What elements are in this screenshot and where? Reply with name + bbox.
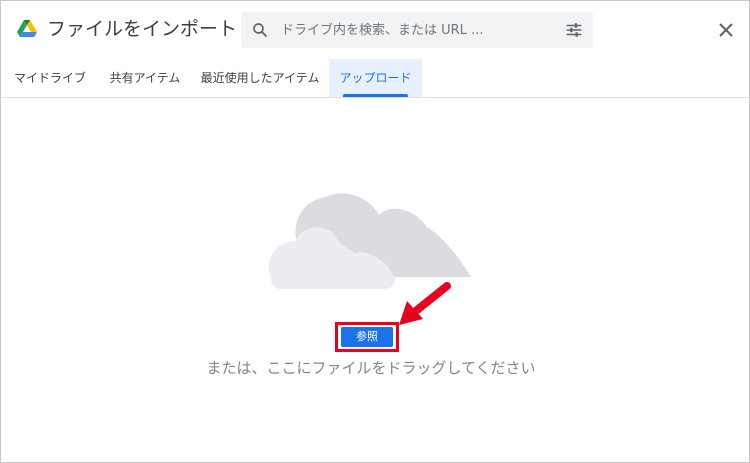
tab-my-drive[interactable]: マイドライブ	[1, 59, 99, 97]
search-icon[interactable]	[251, 21, 269, 39]
tab-recent[interactable]: 最近使用したアイテム	[191, 59, 329, 97]
search-box[interactable]	[241, 12, 593, 48]
tab-label: 最近使用したアイテム	[200, 71, 320, 85]
drop-hint-text: または、ここにファイルをドラッグしてください	[206, 359, 536, 377]
tune-icon[interactable]	[565, 21, 583, 39]
browse-button[interactable]: 参照	[341, 327, 393, 347]
tab-upload[interactable]: アップロード	[329, 59, 422, 97]
tabs-divider	[1, 97, 749, 98]
import-file-dialog: ファイルをインポート ドライブ内を検索、または URL ... マイドライブ 共…	[0, 0, 750, 463]
source-tabs: マイドライブ 共有アイテム 最近使用したアイテム アップロード	[1, 59, 749, 97]
google-drive-logo-icon	[17, 20, 37, 37]
dialog-title: ファイルをインポート	[47, 18, 238, 40]
tab-label: 共有アイテム	[109, 71, 181, 85]
cloud-illustration-icon	[268, 193, 471, 289]
tab-label: マイドライブ	[13, 71, 86, 85]
red-arrow-icon	[399, 282, 451, 325]
close-icon[interactable]	[717, 21, 735, 39]
search-input[interactable]	[281, 12, 553, 48]
tab-label: アップロード	[339, 71, 412, 85]
tab-shared[interactable]: 共有アイテム	[99, 59, 191, 97]
dialog-header: ファイルをインポート	[1, 1, 749, 57]
